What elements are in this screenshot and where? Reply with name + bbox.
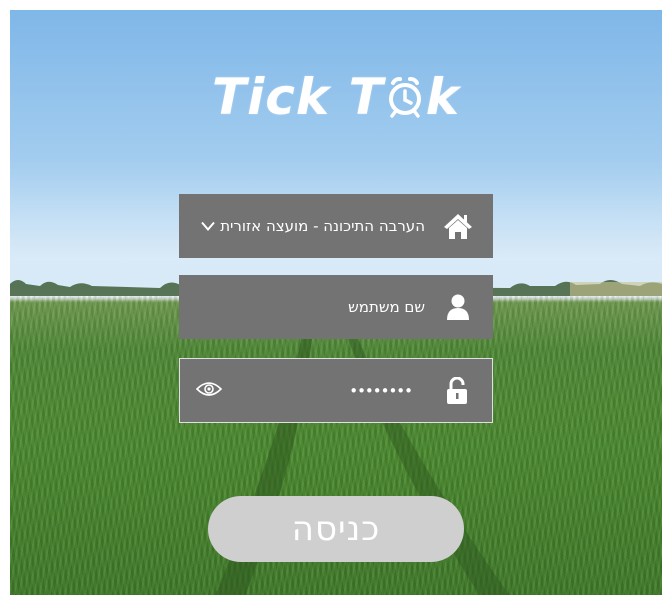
- login-screen: Tick T k הערבה התיכונה - מועצה אזורית שם…: [10, 10, 662, 595]
- logo-text-end: k: [425, 68, 460, 126]
- password-value: ••••••••: [349, 381, 413, 400]
- eye-icon[interactable]: [195, 381, 223, 401]
- login-button[interactable]: כניסה: [208, 496, 464, 562]
- organization-value: הערבה התיכונה - מועצה אזורית: [220, 217, 425, 235]
- logo-text-start: Tick T: [212, 68, 384, 126]
- chevron-down-icon[interactable]: [201, 217, 215, 236]
- lock-icon: [442, 376, 472, 406]
- password-field[interactable]: ••••••••: [179, 358, 493, 423]
- username-field[interactable]: שם משתמש: [179, 275, 493, 339]
- alarm-clock-icon: [385, 72, 425, 130]
- app-logo: Tick T k: [10, 68, 662, 130]
- home-icon: [443, 211, 473, 241]
- username-placeholder: שם משתמש: [348, 298, 425, 316]
- user-icon: [443, 292, 473, 322]
- organization-select[interactable]: הערבה התיכונה - מועצה אזורית: [179, 194, 493, 258]
